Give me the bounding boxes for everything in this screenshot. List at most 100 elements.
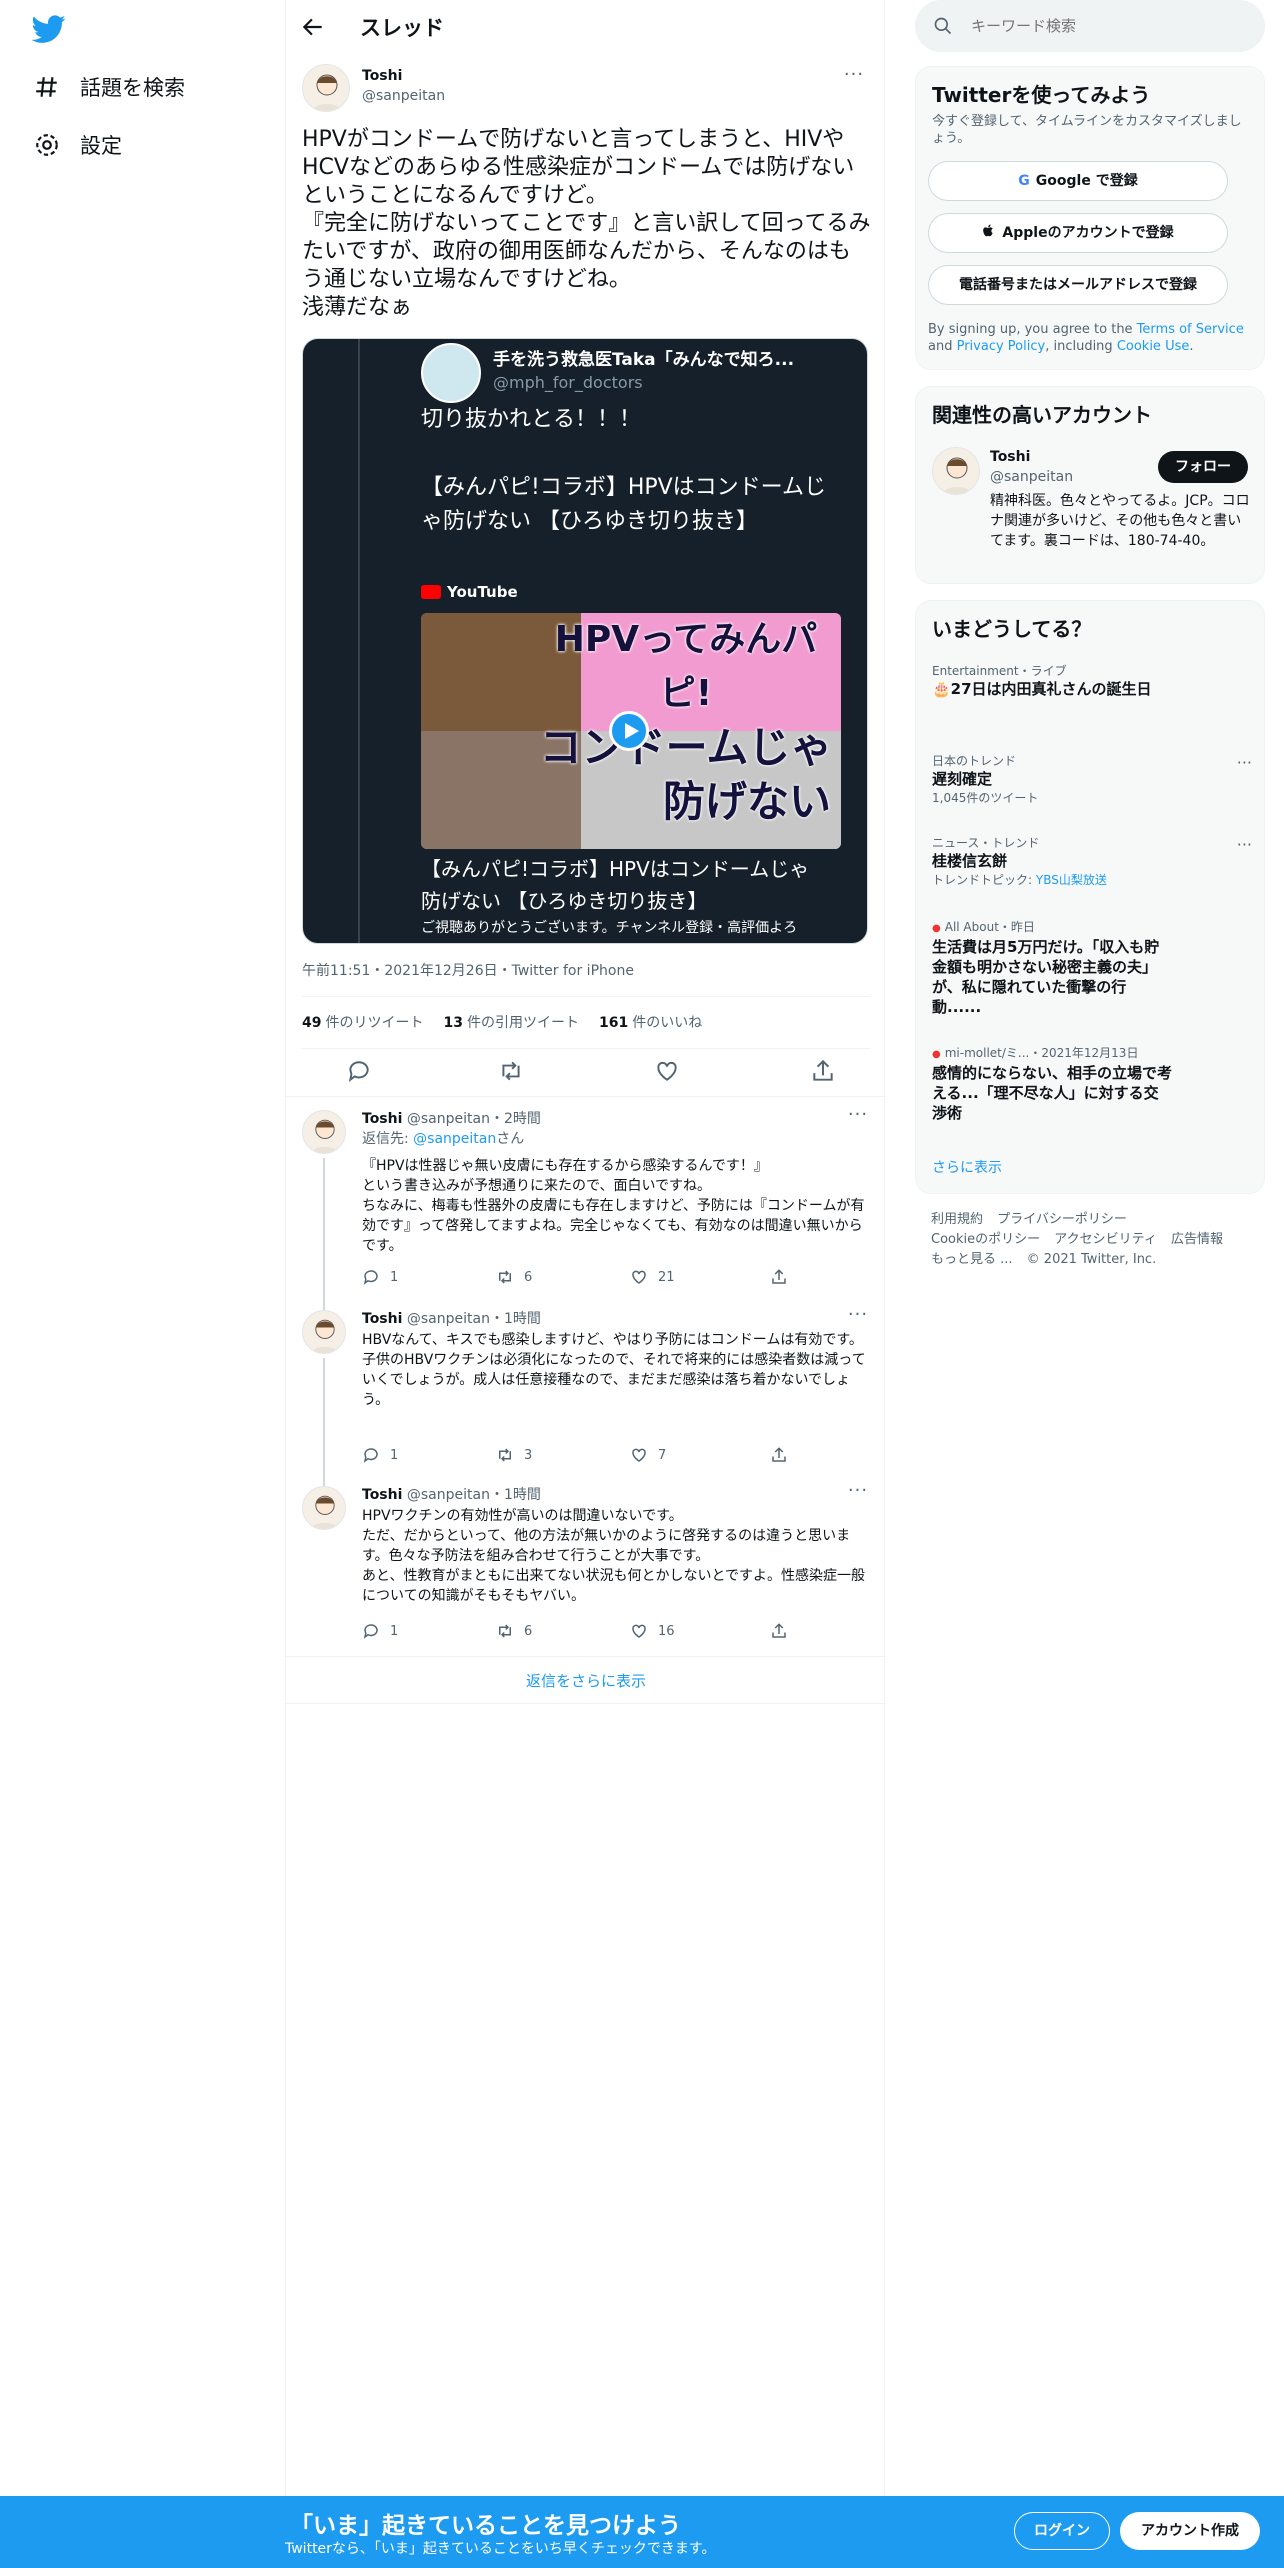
apple-signup-button[interactable]: Appleのアカウントで登録 [928,213,1228,253]
reply-to-handle[interactable]: @sanpeitan [413,1131,496,1147]
more-icon[interactable]: ··· [1237,835,1252,854]
footer-ads-link[interactable]: 広告情報 [1171,1232,1223,1247]
source-logo-icon: ● [932,923,941,934]
retweet-count: 6 [524,1623,533,1639]
nav-settings[interactable]: 設定 [32,125,122,165]
signup-button[interactable]: アカウント作成 [1120,2512,1260,2550]
news-item[interactable]: ● All About・昨日 生活費は月5万円だけ。「収入も貯金額も明かさない秘密… [932,919,1252,1017]
like-icon [632,1270,646,1284]
video-title: 【みんパピ!コラボ】HPVはコンドームじゃ 防げない 【ひろゆき切り抜き】 [421,857,810,913]
share-button[interactable] [770,1268,798,1286]
terms-link[interactable]: Terms of Service [1137,322,1244,337]
avatar[interactable] [302,64,350,112]
like-button[interactable]: 16 [630,1622,675,1640]
related-account-handle[interactable]: @sanpeitan [990,469,1073,485]
tweet-text: HPVがコンドームで防げないと言ってしまうと、HIVやHCVなどのあらゆる性感染… [302,127,871,320]
reply-tweet[interactable]: Toshi @sanpeitan・1時間 ··· HBVなんて、キスでも感染しま… [286,1300,886,1476]
more-icon[interactable]: ··· [846,1106,870,1126]
reply-button[interactable]: 1 [362,1446,398,1464]
trend-item[interactable]: ニュース・トレンド 桂楼信玄餅 トレンドトピック: YBS山梨放送 ··· [932,835,1252,889]
share-button[interactable] [770,1622,798,1640]
related-account-name[interactable]: Toshi [990,449,1030,465]
avatar[interactable] [302,1110,346,1154]
like-count: 7 [658,1447,667,1463]
reply-button[interactable]: 1 [362,1622,398,1640]
footer-accessibility-link[interactable]: アクセシビリティ [1054,1232,1157,1247]
reply-author-name[interactable]: Toshi [362,1311,402,1327]
cookie-link[interactable]: Cookie Use [1117,339,1190,354]
footer-more-link[interactable]: もっと見る ... [931,1252,1013,1267]
retweet-button[interactable]: 6 [496,1268,532,1286]
tweet-timestamp[interactable]: 午前11:51・2021年12月26日・Twitter for iPhone [302,960,634,980]
trend-item[interactable]: 日本のトレンド 遅刻確定 1,045件のツイート ··· [932,753,1252,807]
quoted-avatar [421,343,481,403]
reply-tweet[interactable]: Toshi @sanpeitan・2時間 ··· 返信先: @sanpeitan… [286,1100,886,1300]
retweet-button[interactable]: 3 [496,1446,532,1464]
back-arrow-icon[interactable] [300,14,326,40]
play-icon [609,711,649,751]
follow-button[interactable]: フォロー [1158,451,1248,483]
like-button[interactable]: 21 [630,1268,675,1286]
reply-count: 1 [390,1269,399,1285]
legal-text: . [1189,339,1194,354]
news-item[interactable]: ● mi-mollet/ミ...・2021年12月13日 感情的にならない、相手の… [932,1045,1252,1123]
trend-title: 遅刻確定 [932,770,993,788]
divider [302,996,870,997]
more-icon[interactable]: ··· [846,1306,870,1326]
like-count: 21 [658,1269,675,1285]
more-icon[interactable]: ··· [1237,753,1252,772]
footer-terms-link[interactable]: 利用規約 [931,1212,983,1227]
avatar[interactable] [302,1310,346,1354]
author-handle[interactable]: @sanpeitan [362,88,445,104]
see-more-link[interactable]: さらに表示 [932,1157,1002,1177]
reply-author-name[interactable]: Toshi [362,1487,402,1503]
share-button[interactable] [770,1446,798,1464]
share-icon[interactable] [810,1058,836,1084]
reply-author-name[interactable]: Toshi [362,1111,402,1127]
signup-card: Twitterを使ってみよう 今すぐ登録して、タイムラインをカスタマイズしましょ… [915,66,1265,370]
divider [302,1048,870,1049]
news-meta: ● All About・昨日 [932,919,1252,937]
more-icon[interactable]: ··· [846,1482,870,1502]
google-signup-button[interactable]: G Google で登録 [928,161,1228,201]
more-icon[interactable]: ··· [842,66,866,86]
retweet-button[interactable]: 6 [496,1622,532,1640]
search-bar[interactable] [915,0,1265,52]
divider [286,1096,886,1097]
likes-stat[interactable]: 161 件のいいね [599,1012,702,1036]
footer-privacy-link[interactable]: プライバシーポリシー [997,1212,1127,1227]
trend-topic-link[interactable]: YBS山梨放送 [1036,873,1107,887]
twitter-logo-icon[interactable] [32,12,66,46]
trend-title: 🎂27日は内田真礼さんの誕生日 [932,680,1152,698]
trend-sub: トレンドトピック: YBS山梨放送 [932,871,1252,889]
retweets-label: 件のリツイート [325,1015,424,1031]
left-nav: 話題を検索 設定 [0,0,285,2568]
thread-line [323,1358,325,1476]
login-button[interactable]: ログイン [1014,2512,1110,2550]
reply-tweet[interactable]: Toshi @sanpeitan・1時間 ··· HPVワクチンの有効性が高いの… [286,1476,886,1652]
signup-legal: By signing up, you agree to the Terms of… [928,321,1254,355]
like-icon[interactable] [654,1058,680,1084]
retweets-stat[interactable]: 49 件のリツイート [302,1012,423,1036]
like-count: 16 [658,1623,675,1639]
quotes-stat[interactable]: 13 件の引用ツイート [443,1012,578,1036]
author-name[interactable]: Toshi [362,68,402,84]
reply-icon[interactable] [346,1058,372,1084]
like-button[interactable]: 7 [630,1446,666,1464]
reply-handle-time: @sanpeitan・1時間 [406,1311,541,1327]
bottom-signup-banner: 「いま」起きていることを見つけよう Twitterなら、「いま」起きていることを… [0,2496,1284,2568]
trend-item[interactable]: Entertainment・ライブ 🎂27日は内田真礼さんの誕生日 [932,663,1252,699]
nav-explore[interactable]: 話題を検索 [32,67,185,107]
page-title: スレッド [360,16,444,40]
search-input[interactable] [971,10,1241,42]
avatar[interactable] [932,447,980,495]
avatar[interactable] [302,1486,346,1530]
reply-button[interactable]: 1 [362,1268,398,1286]
nav-explore-label: 話題を検索 [80,76,185,100]
privacy-link[interactable]: Privacy Policy [957,339,1046,354]
retweet-icon[interactable] [498,1058,524,1084]
footer-cookie-link[interactable]: Cookieのポリシー [931,1232,1040,1247]
phone-signup-button[interactable]: 電話番号またはメールアドレスで登録 [928,265,1228,305]
tweet-media-image[interactable]: 手を洗う救急医Taka「みんなで知ろ... @mph_for_doctors 切… [302,338,868,944]
show-more-replies-link[interactable]: 返信をさらに表示 [286,1656,886,1704]
